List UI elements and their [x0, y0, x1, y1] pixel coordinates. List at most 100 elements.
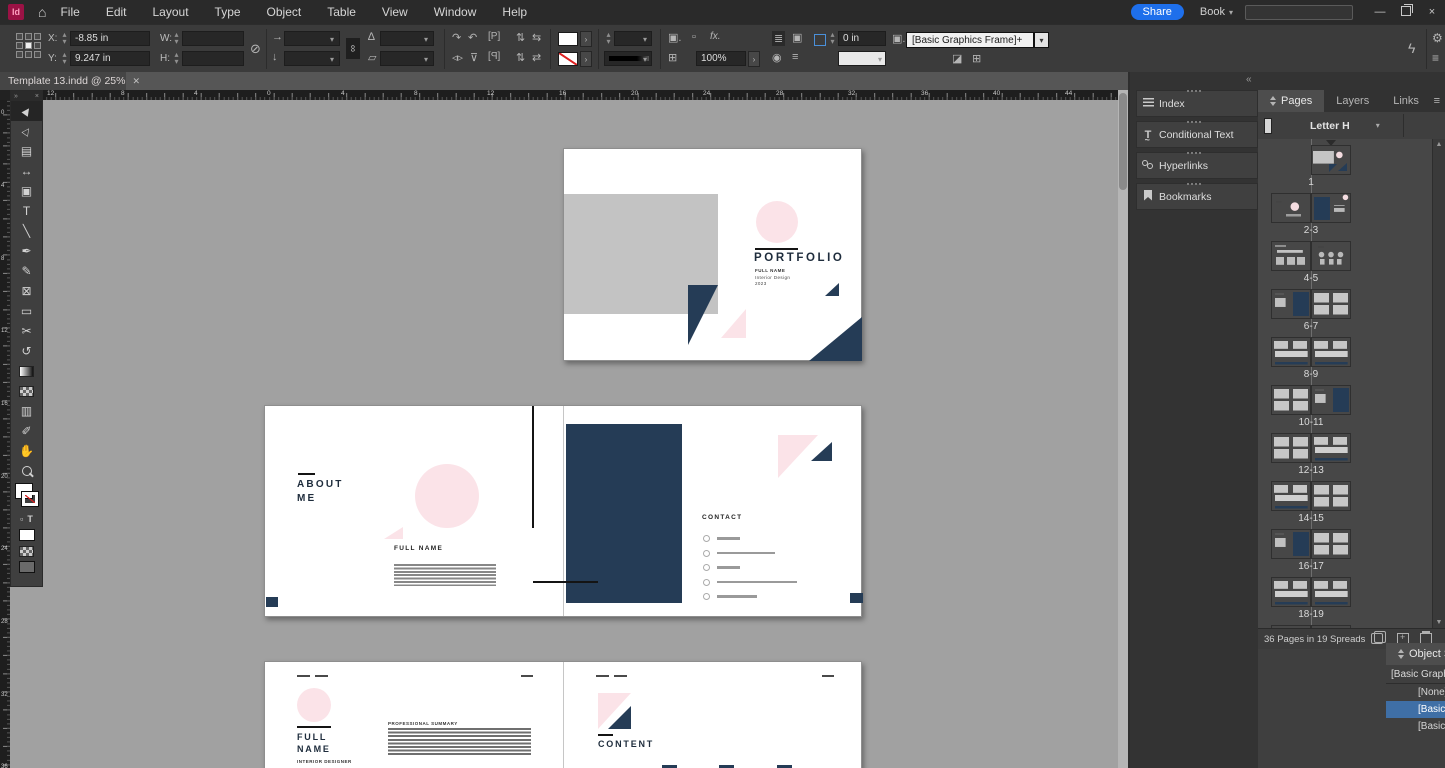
about-heading[interactable]: ABOUTME	[297, 478, 344, 506]
constrain-dimensions-icon[interactable]: ⊘	[250, 41, 261, 57]
fit-frame-icon[interactable]: ▫	[692, 31, 696, 43]
about-rule-line[interactable]	[298, 473, 315, 475]
document-tab-close-icon[interactable]: ✕	[132, 76, 140, 87]
hand-tool[interactable]: ✋	[11, 441, 42, 461]
cover-page[interactable]: PORTFOLIO FULL NAME Interior Design 2023	[563, 148, 862, 361]
effects-fx-icon[interactable]: fx.	[710, 31, 721, 42]
h-stepper[interactable]: ▴▾	[172, 51, 181, 66]
vertical-ruler[interactable]: 04812162024283236	[0, 100, 10, 768]
page-tool[interactable]: ▤	[11, 141, 42, 161]
spread-label[interactable]: 4-5	[1271, 273, 1351, 284]
cover-rule-line[interactable]	[755, 248, 798, 250]
corner-options-icon[interactable]	[814, 34, 826, 46]
pages-panel-menu-icon[interactable]: ≡	[1434, 95, 1440, 107]
rotation-caret-icon[interactable]: ▾	[424, 35, 428, 44]
contact-item-row[interactable]	[703, 593, 757, 600]
about-pink-triangle[interactable]	[384, 527, 403, 539]
spread-thumbnails[interactable]	[1271, 529, 1351, 559]
pages-scrollbar[interactable]: ▲ ▼	[1432, 139, 1445, 628]
apply-gradient-button[interactable]	[19, 546, 34, 557]
menu-edit[interactable]: Edit	[106, 5, 127, 19]
close-button[interactable]: ×	[1419, 6, 1445, 18]
about-navy-square[interactable]	[266, 597, 278, 607]
constrain-scale-link-icon[interactable]: ∞	[346, 38, 360, 59]
master-page-row[interactable]: Letter H ▾	[1258, 112, 1445, 140]
direct-selection-tool[interactable]: ▷	[11, 121, 42, 141]
page-thumbnail[interactable]	[1271, 289, 1311, 319]
menu-table[interactable]: Table	[327, 5, 356, 19]
x-field[interactable]: -8.85 in	[70, 31, 150, 46]
x-stepper[interactable]: ▴▾	[60, 31, 69, 46]
header-dash[interactable]	[596, 675, 609, 677]
spread-label[interactable]: 8-9	[1271, 369, 1351, 380]
share-button[interactable]: Share	[1131, 4, 1184, 20]
menu-layout[interactable]: Layout	[153, 5, 189, 19]
y-stepper[interactable]: ▴▾	[60, 51, 69, 66]
document-tab[interactable]: Template 13.indd @ 25% ✕	[0, 72, 126, 90]
spread-label[interactable]: 2-3	[1271, 225, 1351, 236]
auto-fit-icon[interactable]: ⊞	[668, 51, 677, 64]
resume-text-placeholder[interactable]	[388, 728, 531, 757]
tab-links[interactable]: Links	[1381, 90, 1431, 112]
story-direction-icon[interactable]: [P]	[488, 31, 500, 42]
stroke-options-button[interactable]: ›	[580, 51, 592, 67]
scroll-down-icon[interactable]: ▼	[1435, 619, 1443, 626]
about-text-placeholder[interactable]	[394, 564, 496, 586]
cover-name-text[interactable]: FULL NAME	[755, 268, 785, 273]
w-field[interactable]	[182, 31, 244, 46]
page-thumbnail[interactable]	[1271, 529, 1311, 559]
tab-layers[interactable]: Layers	[1324, 90, 1381, 112]
page-thumbnail[interactable]	[1271, 241, 1311, 271]
story-direction-alt-icon[interactable]: [P]	[488, 51, 500, 62]
zoom-tool[interactable]	[11, 461, 42, 481]
spacing-c-icon[interactable]: ⇅	[516, 51, 525, 64]
scroll-up-icon[interactable]: ▲	[1435, 141, 1443, 148]
object-style-none[interactable]: [None]╳	[1386, 684, 1445, 701]
page-thumbnail[interactable]	[1271, 481, 1311, 511]
object-style-basic-graphics-frame[interactable]: [Basic Graphics Frame]+	[1386, 701, 1445, 718]
spread-thumbnails[interactable]	[1271, 481, 1351, 511]
contact-item-row[interactable]	[703, 564, 740, 571]
cover-year-text[interactable]: 2023	[755, 281, 767, 286]
cover-corner-triangle[interactable]	[809, 317, 862, 361]
scissors-tool[interactable]: ✂	[11, 321, 42, 341]
scale-x-caret-icon[interactable]: ▾	[330, 35, 334, 44]
spread-thumbnails[interactable]	[1271, 577, 1351, 607]
canvas-pasteboard[interactable]: PORTFOLIO FULL NAME Interior Design 2023…	[10, 100, 1118, 768]
wrap-jump-icon[interactable]: ≡	[792, 51, 798, 63]
rectangle-tool[interactable]: ▭	[11, 301, 42, 321]
header-dash[interactable]	[822, 675, 834, 677]
corner-radius-field[interactable]: 0 in	[838, 31, 886, 46]
spread-label[interactable]: 6-7	[1271, 321, 1351, 332]
screen-mode-button[interactable]	[19, 561, 35, 573]
page-thumbnail[interactable]	[1311, 577, 1351, 607]
scale-y-caret-icon[interactable]: ▾	[330, 55, 334, 64]
about-name-label[interactable]: FULL NAME	[394, 545, 443, 552]
contact-navy-frame[interactable]	[566, 424, 682, 603]
page-thumbnail[interactable]	[1311, 193, 1351, 223]
resume-pink-circle[interactable]	[297, 688, 331, 722]
cover-navy-triangle[interactable]	[688, 285, 718, 345]
selection-tool[interactable]: ▶	[11, 101, 42, 121]
spread-thumbnails[interactable]	[1271, 193, 1351, 223]
apply-color-button[interactable]	[19, 529, 35, 541]
about-pink-circle[interactable]	[415, 464, 479, 528]
current-object-style-row[interactable]: [Basic Graphics Frame]+ ϟ	[1386, 665, 1445, 684]
page-thumbnail[interactable]	[1271, 433, 1311, 463]
page-thumbnail[interactable]	[1271, 577, 1311, 607]
pages-thumbnail-list[interactable]: 12-34-56-78-910-1112-1314-1516-1718-19	[1258, 139, 1432, 628]
object-style-dropdown[interactable]: [Basic Graphics Frame]+	[906, 32, 1034, 48]
dock-button-hyperlinks[interactable]: Hyperlinks	[1136, 152, 1258, 179]
page-thumbnail[interactable]	[1311, 481, 1351, 511]
spread-label[interactable]: 12-13	[1271, 465, 1351, 476]
wrap-object-icon[interactable]: ◉	[772, 51, 782, 64]
eyedropper-tool[interactable]: ✐	[11, 421, 42, 441]
ruler-origin-box[interactable]	[0, 90, 10, 100]
fill-options-button[interactable]: ›	[580, 31, 592, 47]
dock-button-bookmarks[interactable]: Bookmarks	[1136, 183, 1258, 210]
tools-panel-header[interactable]: »×	[11, 91, 42, 101]
search-input[interactable]	[1245, 5, 1353, 20]
formatting-container-icon[interactable]: ▫	[20, 514, 23, 524]
menu-view[interactable]: View	[382, 5, 408, 19]
quick-apply-icon[interactable]: ϟ	[1408, 40, 1415, 56]
